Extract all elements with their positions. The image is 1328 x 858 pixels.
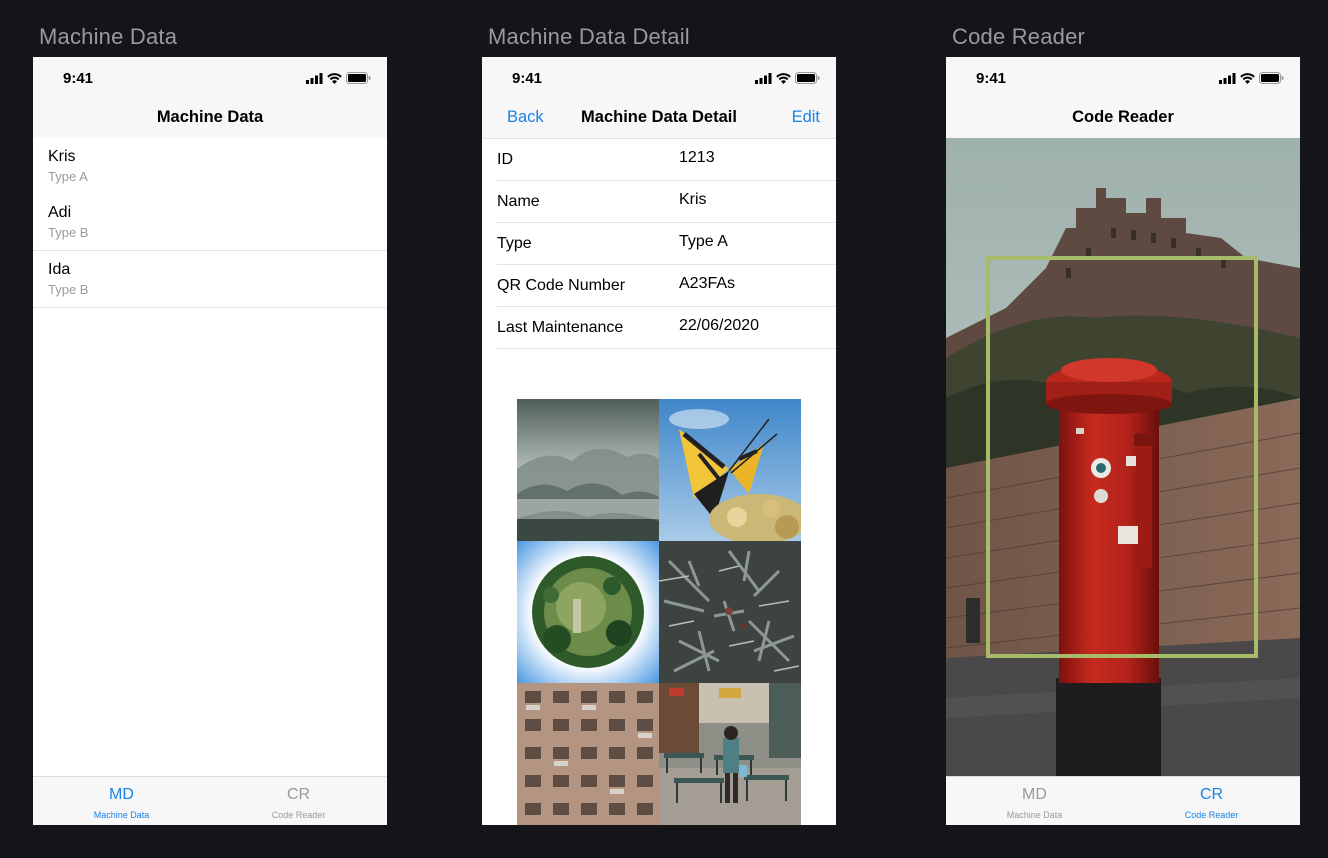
status-icons [1219, 72, 1284, 84]
status-icons [755, 72, 820, 84]
status-time: 9:41 [63, 70, 94, 87]
battery-icon [346, 72, 371, 84]
camera-view[interactable] [946, 138, 1300, 777]
tab-label: Code Reader [271, 810, 326, 820]
battery-icon [795, 72, 820, 84]
tab-label: Machine Data [1006, 810, 1063, 820]
tab-code-reader[interactable]: CR Code Reader [210, 777, 387, 825]
tab-label: Code Reader [1184, 810, 1239, 820]
status-bar: 9:41 [946, 57, 1300, 101]
status-time: 9:41 [512, 70, 543, 87]
tab-machine-data[interactable]: MD Machine Data [33, 777, 210, 825]
nav-bar: Code Reader [946, 101, 1300, 139]
machine-name: Adi [48, 204, 72, 221]
frame-title-code-reader: Code Reader [952, 24, 1086, 49]
frame-title-machine-data-detail: Machine Data Detail [488, 24, 690, 49]
field-value: Type A [679, 233, 728, 250]
status-bar: 9:41 [33, 57, 387, 101]
street-market-image [659, 683, 801, 825]
detail-row-id: ID 1213 [497, 138, 836, 181]
wifi-icon [776, 72, 791, 84]
misty-mountains-image [517, 399, 659, 541]
scan-frame [986, 256, 1258, 658]
photo-butterfly[interactable] [659, 399, 801, 541]
list-item[interactable]: Ida Type B [33, 251, 387, 308]
machine-name: Kris [48, 148, 76, 165]
cr-tab-icon: CR [286, 786, 311, 803]
list-item[interactable]: Adi Type B [33, 194, 387, 251]
tiny-planet-image [517, 541, 659, 683]
detail-row-last-maintenance: Last Maintenance 22/06/2020 [497, 306, 836, 349]
photo-tiny-planet[interactable] [517, 541, 659, 683]
field-label: Type [497, 235, 532, 252]
frame-title-machine-data: Machine Data [39, 24, 178, 49]
signal-icon [1219, 72, 1236, 84]
machine-type: Type B [48, 282, 89, 297]
wifi-icon [327, 72, 342, 84]
tab-code-reader[interactable]: CR Code Reader [1123, 777, 1300, 825]
nav-title: Machine Data [156, 108, 264, 126]
md-tab-icon: MD [109, 786, 134, 803]
md-tab-icon: MD [1022, 786, 1047, 803]
status-time: 9:41 [976, 70, 1007, 87]
wifi-icon [1240, 72, 1255, 84]
nav-title: Code Reader [1072, 108, 1174, 126]
machine-name: Ida [48, 261, 71, 278]
nav-bar: Back Machine Data Detail Edit [482, 101, 836, 139]
photo-misty-mountains[interactable] [517, 399, 659, 541]
field-value: 1213 [679, 149, 715, 166]
tab-machine-data[interactable]: MD Machine Data [946, 777, 1123, 825]
signal-icon [306, 72, 323, 84]
phone-code-reader: 9:41 Code Reader MD Machine Data CR Code… [946, 57, 1300, 825]
field-value: Kris [679, 191, 707, 208]
phone-machine-data: 9:41 Machine Data Kris Type A Adi Type B… [33, 57, 387, 825]
field-label: Last Maintenance [497, 319, 624, 336]
field-value: A23FAs [679, 275, 736, 292]
nav-title: Machine Data Detail [581, 108, 737, 126]
cr-tab-icon: CR [1199, 786, 1224, 803]
butterfly-image [659, 399, 801, 541]
apartment-building-image [517, 683, 659, 825]
detail-row-type: Type Type A [497, 222, 836, 265]
photo-street-market[interactable] [659, 683, 801, 825]
status-bar: 9:41 [482, 57, 836, 101]
tab-bar: MD Machine Data CR Code Reader [33, 776, 387, 825]
detail-row-name: Name Kris [497, 180, 836, 223]
machine-type: Type A [48, 169, 88, 184]
field-label: QR Code Number [497, 277, 626, 294]
photo-apartment-building[interactable] [517, 683, 659, 825]
tab-bar: MD Machine Data CR Code Reader [946, 776, 1300, 825]
field-label: Name [497, 193, 540, 210]
field-label: ID [497, 151, 513, 168]
phone-machine-data-detail: 9:41 Back Machine Data Detail Edit ID 12… [482, 57, 836, 825]
pine-branches-image [659, 541, 801, 683]
status-icons [306, 72, 371, 84]
machine-type: Type B [48, 225, 89, 240]
edit-button[interactable]: Edit [792, 108, 820, 127]
nav-bar: Machine Data [33, 101, 387, 139]
photo-gallery [517, 399, 801, 825]
field-value: 22/06/2020 [679, 317, 760, 334]
photo-pine-branches[interactable] [659, 541, 801, 683]
signal-icon [755, 72, 772, 84]
battery-icon [1259, 72, 1284, 84]
list-item[interactable]: Kris Type A [33, 138, 387, 195]
detail-row-qr-code: QR Code Number A23FAs [497, 264, 836, 307]
tab-label: Machine Data [93, 810, 150, 820]
